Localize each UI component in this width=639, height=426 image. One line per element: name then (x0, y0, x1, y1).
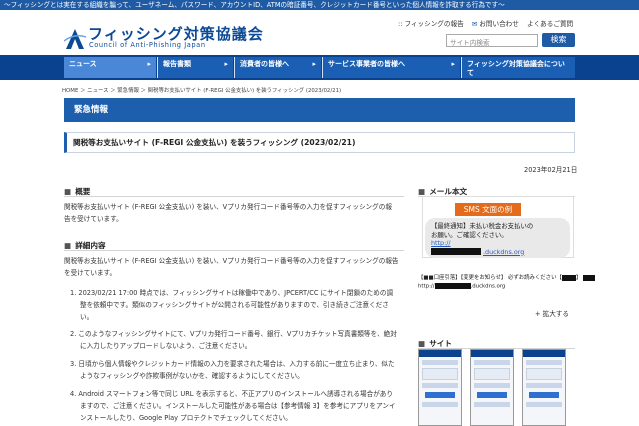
nav-item-consumers[interactable]: 消費者の皆様へ ▸ (235, 57, 321, 78)
redaction (561, 274, 576, 281)
sms-bubble: 【最終通知】未払い税金お支払いの お願い。ご確認ください。 http:// .d… (425, 218, 570, 258)
redaction (583, 274, 596, 281)
redaction (431, 248, 481, 255)
details-text: 関税等お支払いサイト (F-REGI 公金支払い) を装い、Vプリカ発行コード番… (64, 257, 399, 277)
nav-item-businesses[interactable]: サービス事業者の皆様へ ▸ (323, 57, 460, 78)
nav-item-reports[interactable]: 報告書類 ▸ (158, 57, 233, 78)
list-item: 3. 日頃から個人情報やクレジットカード情報の入力を要求された場合は、入力する前… (70, 360, 395, 380)
divider (64, 196, 404, 197)
link-report[interactable]: フィッシングの報告 (404, 20, 463, 28)
expand-link[interactable]: + 拡大する (535, 308, 569, 318)
article-title: 関税等お支払いサイト (F-REGI 公金支払い) を装うフィッシング (202… (64, 132, 575, 153)
site-header: フィッシング対策協議会 Council of Anti-Phishing Jap… (0, 10, 639, 55)
link-faq[interactable]: よくあるご質問 (527, 20, 573, 28)
phishing-link: http:// (431, 239, 451, 247)
bullet-icon: ■ (64, 187, 72, 196)
mail-note-url: http://.duckdns.org (418, 283, 506, 290)
logo-icon[interactable] (64, 27, 86, 51)
main-nav: ニュース ▸ 報告書類 ▸ 消費者の皆様へ ▸ サービス事業者の皆様へ ▸ フィッシング… (0, 55, 639, 80)
phishing-site-screenshot[interactable] (418, 349, 462, 426)
nav-item-about[interactable]: フィッシング対策協議会について (462, 57, 575, 78)
bullet-icon: ■ (64, 241, 72, 250)
nav-item-news[interactable]: ニュース ▸ (64, 57, 156, 78)
link-marker-icon: :: (398, 20, 403, 28)
logo-subtitle: Council of Anti-Phishing Japan (89, 41, 206, 49)
phishing-site-screenshot[interactable] (470, 349, 514, 426)
divider (64, 250, 404, 251)
sms-label: SMS 文面の例 (455, 203, 521, 216)
header-links: :: フィッシングの報告 ✉ お問い合わせ よくあるご質問 (398, 18, 579, 28)
list-item: 2. このようなフィッシングサイトにて、Vプリカ発行コード番号、銀行、Vプリカチ… (70, 330, 397, 350)
mail-note: 【■■口座引落】【変更をお知らせ】 必ずお読みください【】 (418, 273, 596, 281)
bullet-icon: ■ (418, 187, 426, 196)
search-input[interactable]: サイト内検索 (446, 34, 538, 47)
article-date: 2023年02月21日 (524, 166, 578, 174)
phishing-site-screenshot[interactable] (522, 349, 566, 426)
section-banner: 緊急情報 (64, 98, 575, 122)
top-tagline: ～フィッシングとは実在する組織を騙って、ユーザネーム、パスワード、アカウントID… (0, 0, 639, 10)
breadcrumb[interactable]: HOME ＞ ニュース ＞ 緊急情報 ＞ 関税等お支払いサイト (F-REGI … (62, 86, 341, 94)
redaction (434, 283, 471, 289)
bullet-icon: ■ (418, 339, 426, 348)
search-button[interactable]: 検索 (542, 33, 575, 47)
list-item: 4. Android スマートフォン等で同じ URL を表示すると、不正アプリの… (70, 390, 396, 422)
overview-text: 関税等お支払いサイト (F-REGI 公金支払い) を装い、Vプリカ発行コード番… (64, 203, 392, 223)
link-contact[interactable]: お問い合わせ (479, 20, 519, 28)
mail-icon: ✉ (471, 20, 478, 28)
list-item: 1. 2023/02/21 17:00 時点では、フィッシングサイトは稼働中であ… (70, 289, 394, 321)
